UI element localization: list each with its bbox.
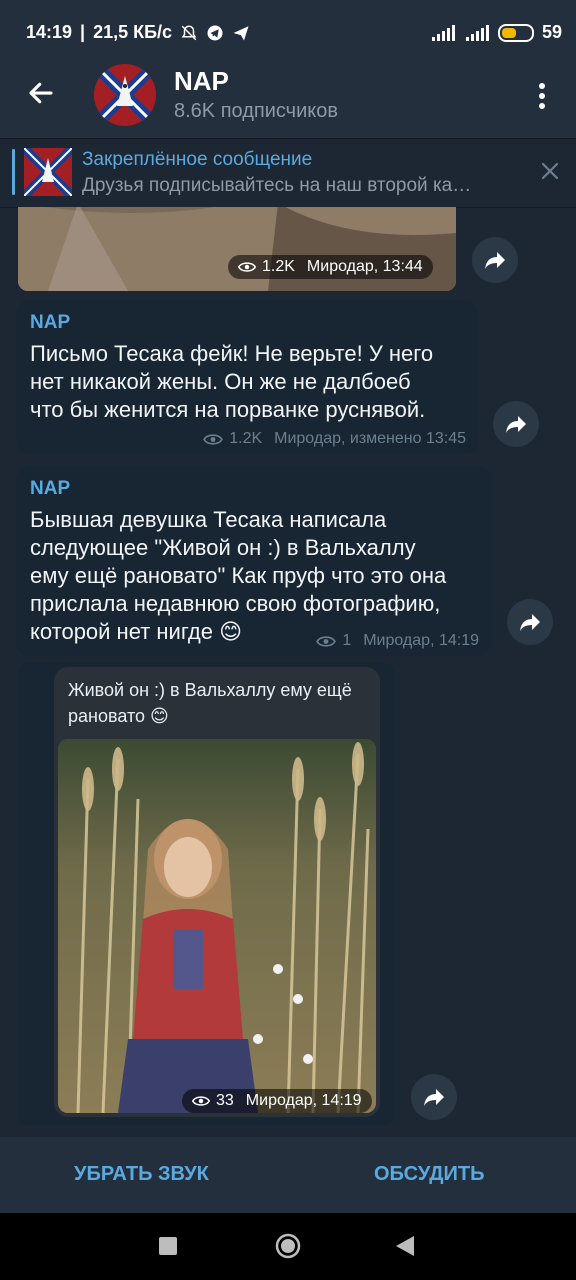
message-author[interactable]: NAP <box>30 478 70 500</box>
status-time: 14:19 <box>26 22 73 42</box>
screenshot-caption: Живой он :) в Вальхаллу ему ещё рановато… <box>68 680 352 726</box>
eye-icon <box>203 433 224 445</box>
photo-meta-pill: 1.2K Миродар, 13:44 <box>228 255 433 279</box>
more-options-icon[interactable] <box>538 82 546 110</box>
forward-button[interactable] <box>472 237 518 283</box>
share-arrow-icon <box>424 1089 444 1106</box>
eye-icon <box>238 262 256 272</box>
forward-button[interactable] <box>507 599 553 645</box>
channel-action-bar: УБРАТЬ ЗВУК ОБСУДИТЬ <box>0 1137 576 1213</box>
back-nav-icon[interactable] <box>396 1236 414 1256</box>
close-icon[interactable] <box>540 161 560 181</box>
bell-off-icon <box>181 24 197 40</box>
message-author[interactable]: NAP <box>30 312 70 334</box>
discuss-button[interactable]: ОБСУДИТЬ <box>374 1163 485 1186</box>
message-bubble[interactable]: NAP Бывшая девушка Тесака написала следу… <box>16 466 491 656</box>
system-nav-bar <box>0 1213 576 1280</box>
view-count: 33 <box>216 1092 234 1109</box>
chat-header[interactable]: NAP 8.6K подписчиков <box>0 54 576 138</box>
eye-icon <box>316 635 337 647</box>
mute-button[interactable]: УБРАТЬ ЗВУК <box>74 1163 209 1186</box>
message-list[interactable]: 1.2K Миродар, 13:44 NAP Письмо Тесака фе… <box>0 207 576 1137</box>
pinned-thumbnail <box>24 148 72 196</box>
pinned-text: Друзья подписывайтесь на наш второй ка… <box>82 175 472 196</box>
back-arrow-icon[interactable] <box>26 78 56 108</box>
telegram-icon <box>207 25 223 40</box>
message-text: Письмо Тесака фейк! Не верьте! У него не… <box>30 341 434 422</box>
recent-apps-icon[interactable] <box>159 1237 177 1255</box>
message-meta: Миродар, изменено 13:45 <box>274 430 466 447</box>
pinned-message[interactable]: Закреплённое сообщение Друзья подписывай… <box>0 138 576 208</box>
forwarded-screenshot: Живой он :) в Вальхаллу ему ещё рановато… <box>54 667 380 1117</box>
pinned-title: Закреплённое сообщение <box>82 149 313 170</box>
signal-icon <box>431 24 455 41</box>
forward-button[interactable] <box>493 401 539 447</box>
message-meta: Миродар, 14:19 <box>363 632 479 649</box>
view-count: 1.2K <box>262 258 295 275</box>
channel-avatar[interactable] <box>94 64 156 126</box>
share-arrow-icon <box>520 614 540 631</box>
view-count: 1.2K <box>229 430 263 447</box>
subscriber-count: 8.6K подписчиков <box>174 100 338 122</box>
photo-image <box>58 739 376 1113</box>
eye-icon <box>192 1096 210 1106</box>
forward-button[interactable] <box>411 1074 457 1120</box>
share-arrow-icon <box>485 252 505 269</box>
send-icon <box>233 25 249 40</box>
pinned-indicator <box>12 149 15 195</box>
battery-icon <box>497 23 534 42</box>
channel-title[interactable]: NAP <box>174 66 229 97</box>
message-meta: Миродар, 14:19 <box>245 1092 362 1109</box>
photo-meta-pill: 33 Миродар, 14:19 <box>182 1089 372 1113</box>
message-photo[interactable]: 1.2K Миродар, 13:44 <box>18 207 456 291</box>
status-speed: 21,5 КБ/с <box>93 22 173 42</box>
share-arrow-icon <box>506 416 526 433</box>
message-photo[interactable]: Живой он :) в Вальхаллу ему ещё рановато… <box>18 663 394 1125</box>
message-text: Бывшая девушка Тесака написала следующее… <box>30 507 447 644</box>
signal-icon-2 <box>465 24 489 41</box>
battery-level: 59 <box>541 22 562 42</box>
home-icon[interactable] <box>275 1233 301 1259</box>
view-count: 1 <box>342 632 352 649</box>
message-bubble[interactable]: NAP Письмо Тесака фейк! Не верьте! У нег… <box>16 300 478 454</box>
message-meta: Миродар, 13:44 <box>306 258 423 275</box>
